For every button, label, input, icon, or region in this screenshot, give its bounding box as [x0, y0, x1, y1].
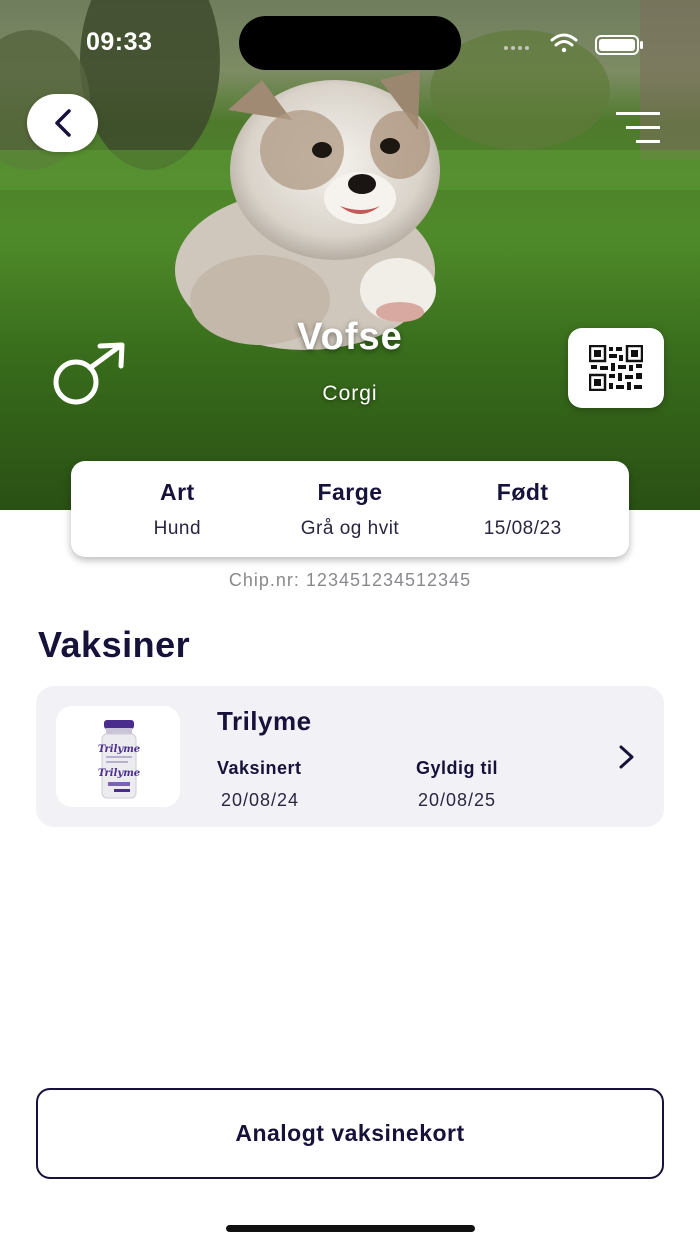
pet-info-card: Art Hund Farge Grå og hvit Født 15/08/23	[71, 461, 629, 557]
info-species: Art Hund	[91, 461, 264, 557]
vaccinated-label: Vaksinert	[217, 758, 302, 778]
info-born: Født 15/08/23	[436, 461, 609, 557]
valid-until-date: 20/08/25	[418, 790, 497, 810]
vaccine-card[interactable]: Trilyme Trilyme Trilyme Vaksinert 20/08/…	[36, 686, 664, 827]
status-icons	[500, 30, 650, 58]
signal-icon	[504, 46, 529, 50]
info-value: Grå og hvit	[300, 518, 400, 539]
pet-photo-illustration	[0, 0, 700, 510]
wifi-icon	[550, 33, 578, 53]
info-label: Farge	[317, 479, 383, 505]
camera-notch	[239, 16, 461, 70]
analog-vaccine-card-button[interactable]: Analogt vaksinekort	[36, 1088, 664, 1179]
back-icon	[54, 109, 71, 137]
info-label: Født	[496, 479, 549, 505]
qr-code-button[interactable]	[568, 328, 664, 408]
info-value: Hund	[153, 518, 202, 539]
info-color: Farge Grå og hvit	[264, 461, 437, 557]
chevron-right-icon[interactable]	[616, 744, 638, 770]
chip-number: Chip.nr: 123451234512345	[228, 570, 472, 590]
vaccines-title: Vaksiner	[38, 624, 191, 665]
qr-code-icon	[589, 345, 643, 391]
menu-button[interactable]	[612, 108, 664, 148]
vaccinated-date: 20/08/24	[221, 790, 300, 810]
svg-text:Trilyme: Trilyme	[98, 768, 140, 779]
valid-until-label: Gyldig til	[416, 758, 499, 778]
svg-text:Trilyme: Trilyme	[98, 744, 140, 755]
home-indicator	[226, 1225, 475, 1232]
pet-photo	[0, 0, 700, 510]
info-label: Art	[159, 479, 195, 505]
vaccine-image: Trilyme Trilyme	[56, 706, 180, 807]
status-time: 09:33	[86, 28, 153, 56]
male-icon	[50, 340, 132, 406]
battery-icon	[595, 35, 643, 55]
info-value: 15/08/23	[483, 518, 562, 539]
menu-icon	[616, 112, 660, 143]
back-button[interactable]	[27, 94, 98, 152]
vaccine-name: Trilyme	[217, 706, 312, 736]
